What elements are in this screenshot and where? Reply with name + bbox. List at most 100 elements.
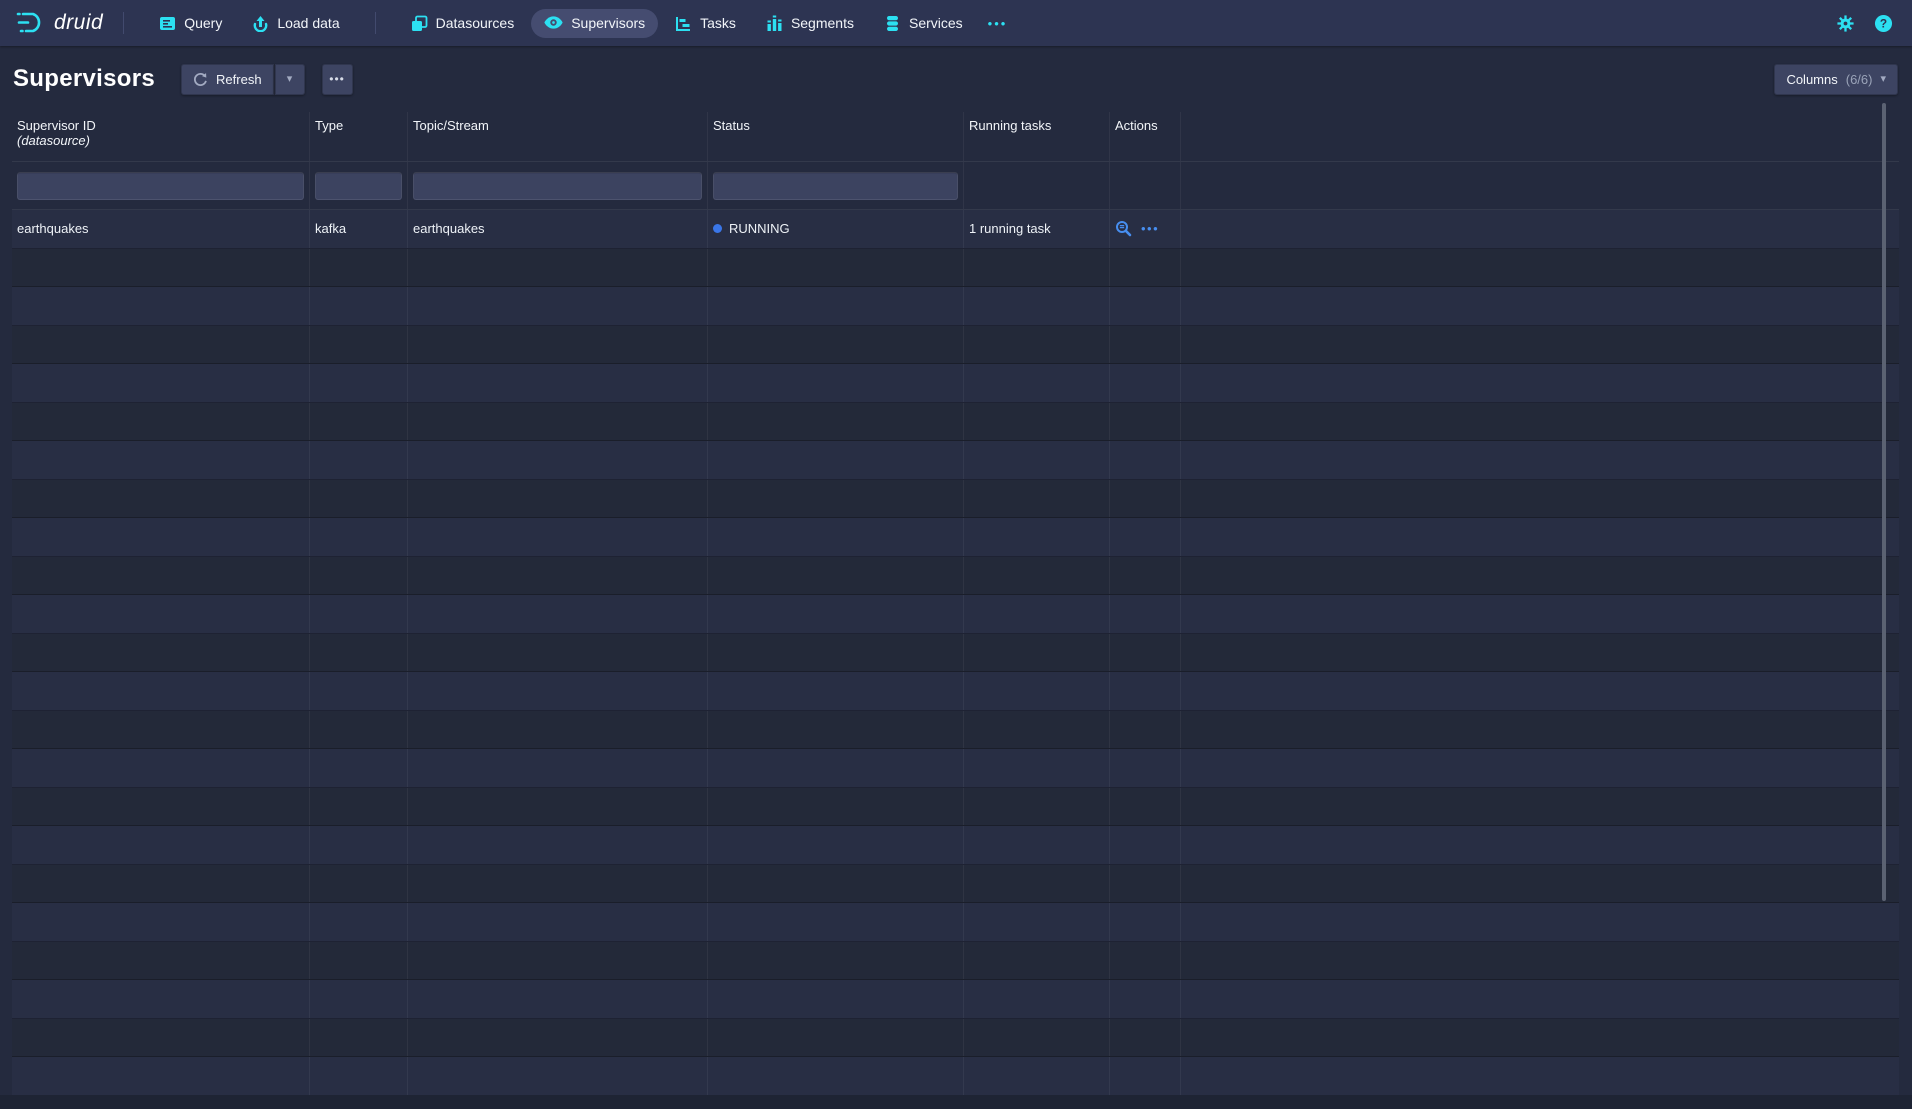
supervisors-table: Supervisor ID (datasource) Type Topic/St… <box>12 112 1899 1095</box>
nav-more-button[interactable]: ••• <box>978 10 1018 37</box>
inspect-magnifier-icon[interactable] <box>1115 220 1132 237</box>
table-row-empty <box>12 711 1899 750</box>
empty-cell <box>12 749 310 787</box>
column-header-label: Supervisor ID <box>17 118 304 133</box>
druid-logo[interactable]: druid <box>16 10 103 36</box>
empty-cell <box>1110 441 1181 479</box>
column-header-running-tasks[interactable]: Running tasks <box>964 112 1110 161</box>
empty-cell <box>408 249 708 287</box>
filter-cell <box>12 162 310 209</box>
empty-cell <box>708 826 964 864</box>
top-navbar: druid Query Load data <box>0 0 1912 46</box>
filter-input-type[interactable] <box>315 172 402 200</box>
empty-cell <box>1181 788 1899 826</box>
empty-cell <box>1181 249 1899 287</box>
table-row-empty <box>12 980 1899 1019</box>
empty-cell <box>708 672 964 710</box>
empty-cell <box>964 749 1110 787</box>
empty-cell <box>964 711 1110 749</box>
cell-type: kafka <box>310 210 408 248</box>
empty-cell <box>408 711 708 749</box>
empty-cell <box>408 287 708 325</box>
refresh-interval-caret-button[interactable]: ▾ <box>274 64 305 95</box>
column-header-actions[interactable]: Actions <box>1110 112 1181 161</box>
nav-item-tasks[interactable]: Tasks <box>662 9 749 38</box>
help-icon[interactable]: ? <box>1872 12 1894 34</box>
table-row-empty <box>12 1019 1899 1058</box>
empty-cell <box>310 1057 408 1095</box>
column-header-topic-stream[interactable]: Topic/Stream <box>408 112 708 161</box>
empty-cell <box>964 980 1110 1018</box>
chevron-down-icon: ▾ <box>1880 74 1886 85</box>
empty-cell <box>12 942 310 980</box>
empty-cell <box>1110 480 1181 518</box>
empty-cell <box>12 826 310 864</box>
columns-button[interactable]: Columns (6/6) ▾ <box>1774 64 1898 95</box>
empty-cell <box>408 749 708 787</box>
empty-cell <box>964 865 1110 903</box>
filter-input-topic-stream[interactable] <box>413 172 702 200</box>
nav-item-segments[interactable]: Segments <box>753 9 867 38</box>
nav-item-label: Services <box>909 15 963 31</box>
empty-cell <box>1181 1019 1899 1057</box>
tasks-icon <box>675 15 692 32</box>
nav-divider <box>123 12 124 34</box>
empty-cell <box>708 1057 964 1095</box>
table-row-empty <box>12 788 1899 827</box>
nav-item-load-data[interactable]: Load data <box>239 9 352 38</box>
empty-cell <box>408 557 708 595</box>
settings-gear-icon[interactable] <box>1834 12 1856 34</box>
row-more-actions-icon[interactable]: ••• <box>1141 222 1159 235</box>
table-row-empty <box>12 826 1899 865</box>
nav-item-query[interactable]: Query <box>146 9 235 38</box>
nav-item-supervisors[interactable]: Supervisors <box>531 9 658 38</box>
empty-cell <box>708 980 964 1018</box>
column-header-sublabel: (datasource) <box>17 133 304 148</box>
empty-cell <box>12 480 310 518</box>
running-tasks-value: 1 running task <box>969 221 1051 236</box>
empty-cell <box>408 518 708 556</box>
empty-cell <box>310 672 408 710</box>
nav-item-datasources[interactable]: Datasources <box>398 9 528 38</box>
empty-cell <box>12 403 310 441</box>
column-header-type[interactable]: Type <box>310 112 408 161</box>
empty-cell <box>1181 403 1899 441</box>
empty-cell <box>1110 711 1181 749</box>
filter-input-status[interactable] <box>713 172 958 200</box>
empty-cell <box>964 480 1110 518</box>
empty-cell <box>1110 788 1181 826</box>
empty-cell <box>408 672 708 710</box>
nav-item-services[interactable]: Services <box>871 9 976 38</box>
empty-cell <box>1181 557 1899 595</box>
refresh-button[interactable]: Refresh <box>181 64 274 95</box>
table-row-empty <box>12 518 1899 557</box>
empty-cell <box>408 595 708 633</box>
empty-cell <box>310 557 408 595</box>
cell-supervisor-id[interactable]: earthquakes <box>12 210 310 248</box>
empty-cell <box>1181 595 1899 633</box>
empty-cell <box>1181 942 1899 980</box>
header-more-button[interactable]: ••• <box>322 64 353 95</box>
empty-cell <box>1110 672 1181 710</box>
filter-input-supervisor-id[interactable] <box>17 172 304 200</box>
empty-cell <box>1110 403 1181 441</box>
nav-right-actions: ? <box>1834 12 1894 34</box>
empty-cell <box>1110 865 1181 903</box>
empty-cell <box>964 942 1110 980</box>
status-running-dot-icon <box>713 224 722 233</box>
vertical-scrollbar-thumb[interactable] <box>1882 103 1886 901</box>
column-header-status[interactable]: Status <box>708 112 964 161</box>
empty-cell <box>12 557 310 595</box>
status-value: RUNNING <box>729 221 790 236</box>
empty-cell <box>310 480 408 518</box>
page-header: Supervisors Refresh ▾ ••• Columns (6/6) … <box>0 46 1912 112</box>
empty-cell <box>708 518 964 556</box>
empty-cell <box>408 942 708 980</box>
empty-cell <box>1181 826 1899 864</box>
nav-item-label: Supervisors <box>571 15 645 31</box>
empty-cell <box>708 788 964 826</box>
empty-cell <box>708 480 964 518</box>
column-header-supervisor-id[interactable]: Supervisor ID (datasource) <box>12 112 310 161</box>
empty-cell <box>408 634 708 672</box>
empty-cell <box>964 441 1110 479</box>
